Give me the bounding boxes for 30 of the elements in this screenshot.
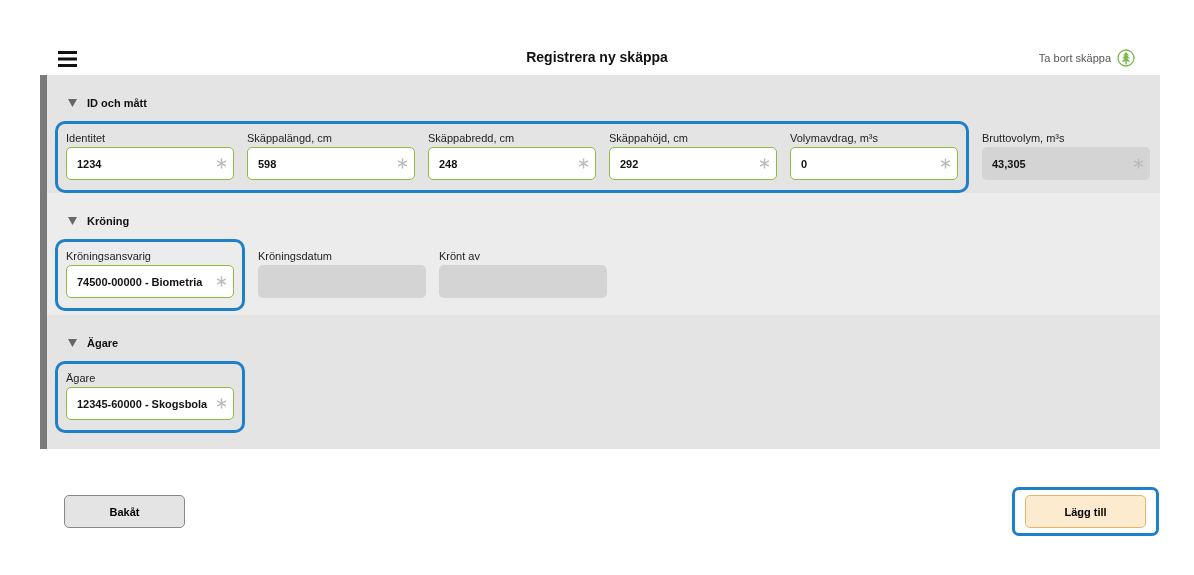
- input-field[interactable]: 12345-60000 - Skogsbola: [66, 387, 234, 420]
- readonly-field: 43,305: [982, 147, 1150, 180]
- section-title: Kröning: [87, 215, 130, 227]
- field-label: Kröningsansvarig: [66, 250, 152, 262]
- input-field[interactable]: 292: [609, 147, 777, 180]
- input-field[interactable]: 74500-00000 - Biometria: [66, 265, 234, 298]
- caret-icon[interactable]: [68, 217, 77, 225]
- field-label: Identitet: [66, 132, 107, 144]
- input-field[interactable]: 0: [790, 147, 958, 180]
- input-field[interactable]: 598: [247, 147, 415, 180]
- section-title: ID och mått: [87, 97, 147, 109]
- tree-icon: [1117, 49, 1135, 67]
- field-label: Skäppalängd, cm: [247, 132, 333, 144]
- field-label: Krönt av: [439, 250, 481, 262]
- field-label: Bruttovolym, m³s: [982, 132, 1066, 144]
- field-label: Volymavdrag, m³s: [790, 132, 880, 144]
- caret-icon[interactable]: [68, 339, 77, 347]
- input-field[interactable]: 1234: [66, 147, 234, 180]
- caret-icon[interactable]: [68, 99, 77, 107]
- page-title: Registrera ny skäppa: [526, 49, 668, 65]
- input-field[interactable]: 248: [428, 147, 596, 180]
- field-label: Skäppahöjd, cm: [609, 132, 689, 144]
- menu-icon[interactable]: [58, 51, 77, 67]
- field-label: Ägare: [66, 372, 97, 384]
- field-label: Skäppabredd, cm: [428, 132, 516, 144]
- add-button[interactable]: Lägg till: [1025, 495, 1146, 528]
- section-title: Ägare: [87, 337, 119, 349]
- back-button[interactable]: Bakåt: [64, 495, 185, 528]
- delete-link[interactable]: Ta bort skäppa: [1038, 49, 1135, 67]
- field-label: Kröningsdatum: [258, 250, 333, 262]
